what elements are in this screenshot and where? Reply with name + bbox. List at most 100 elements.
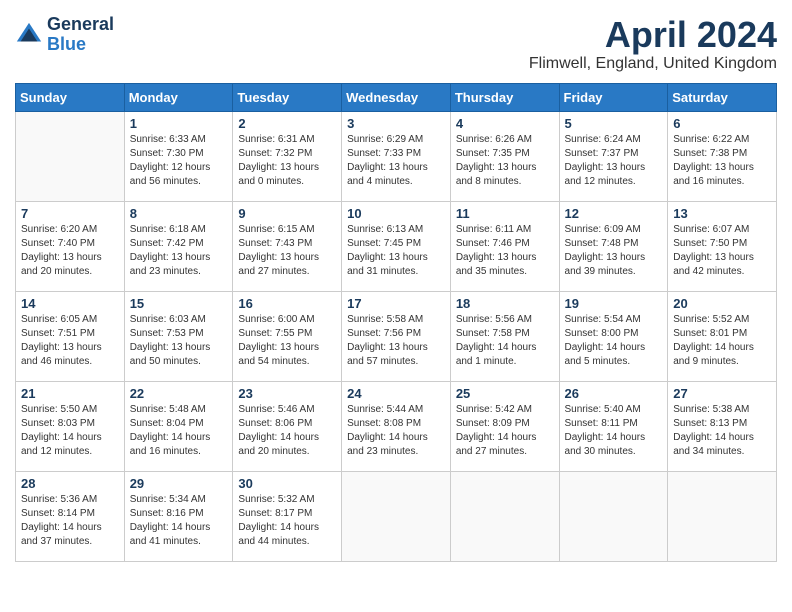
weekday-header: Monday [124,83,233,111]
calendar-day-cell: 23 Sunrise: 5:46 AMSunset: 8:06 PMDaylig… [233,381,342,471]
logo-line1: General [47,14,114,34]
calendar-day-cell: 10 Sunrise: 6:13 AMSunset: 7:45 PMDaylig… [342,201,451,291]
logo: General Blue [15,15,114,55]
calendar-day-cell: 22 Sunrise: 5:48 AMSunset: 8:04 PMDaylig… [124,381,233,471]
day-number: 8 [130,206,228,221]
day-info: Sunrise: 6:22 AMSunset: 7:38 PMDaylight:… [673,133,771,189]
title-area: April 2024 Flimwell, England, United Kin… [529,15,777,73]
day-info: Sunrise: 5:54 AMSunset: 8:00 PMDaylight:… [565,313,663,369]
day-info: Sunrise: 5:56 AMSunset: 7:58 PMDaylight:… [456,313,554,369]
day-number: 16 [238,296,336,311]
location: Flimwell, England, United Kingdom [529,55,777,73]
day-number: 28 [21,476,119,491]
day-info: Sunrise: 6:07 AMSunset: 7:50 PMDaylight:… [673,223,771,279]
calendar-day-cell: 11 Sunrise: 6:11 AMSunset: 7:46 PMDaylig… [450,201,559,291]
calendar-day-cell: 29 Sunrise: 5:34 AMSunset: 8:16 PMDaylig… [124,471,233,561]
day-number: 20 [673,296,771,311]
day-number: 15 [130,296,228,311]
day-number: 5 [565,116,663,131]
calendar-day-cell [342,471,451,561]
day-info: Sunrise: 6:00 AMSunset: 7:55 PMDaylight:… [238,313,336,369]
day-number: 12 [565,206,663,221]
day-number: 11 [456,206,554,221]
day-number: 14 [21,296,119,311]
calendar-day-cell: 3 Sunrise: 6:29 AMSunset: 7:33 PMDayligh… [342,111,451,201]
calendar-day-cell: 21 Sunrise: 5:50 AMSunset: 8:03 PMDaylig… [16,381,125,471]
day-number: 26 [565,386,663,401]
day-number: 6 [673,116,771,131]
day-info: Sunrise: 6:09 AMSunset: 7:48 PMDaylight:… [565,223,663,279]
calendar-week-row: 7 Sunrise: 6:20 AMSunset: 7:40 PMDayligh… [16,201,777,291]
day-number: 10 [347,206,445,221]
weekday-header: Friday [559,83,668,111]
calendar-day-cell [668,471,777,561]
calendar-day-cell: 6 Sunrise: 6:22 AMSunset: 7:38 PMDayligh… [668,111,777,201]
day-number: 1 [130,116,228,131]
calendar-day-cell [16,111,125,201]
day-info: Sunrise: 6:18 AMSunset: 7:42 PMDaylight:… [130,223,228,279]
weekday-header: Wednesday [342,83,451,111]
day-info: Sunrise: 5:48 AMSunset: 8:04 PMDaylight:… [130,403,228,459]
calendar-day-cell: 7 Sunrise: 6:20 AMSunset: 7:40 PMDayligh… [16,201,125,291]
calendar-day-cell: 20 Sunrise: 5:52 AMSunset: 8:01 PMDaylig… [668,291,777,381]
day-info: Sunrise: 5:34 AMSunset: 8:16 PMDaylight:… [130,493,228,549]
day-info: Sunrise: 5:42 AMSunset: 8:09 PMDaylight:… [456,403,554,459]
weekday-header: Saturday [668,83,777,111]
day-info: Sunrise: 5:44 AMSunset: 8:08 PMDaylight:… [347,403,445,459]
day-number: 24 [347,386,445,401]
weekday-header: Tuesday [233,83,342,111]
calendar-day-cell: 2 Sunrise: 6:31 AMSunset: 7:32 PMDayligh… [233,111,342,201]
page-header: General Blue April 2024 Flimwell, Englan… [15,15,777,73]
calendar-day-cell: 19 Sunrise: 5:54 AMSunset: 8:00 PMDaylig… [559,291,668,381]
calendar-day-cell [559,471,668,561]
day-info: Sunrise: 6:11 AMSunset: 7:46 PMDaylight:… [456,223,554,279]
calendar-day-cell: 16 Sunrise: 6:00 AMSunset: 7:55 PMDaylig… [233,291,342,381]
day-info: Sunrise: 5:38 AMSunset: 8:13 PMDaylight:… [673,403,771,459]
calendar-day-cell: 12 Sunrise: 6:09 AMSunset: 7:48 PMDaylig… [559,201,668,291]
day-number: 25 [456,386,554,401]
day-number: 13 [673,206,771,221]
calendar-header-row: SundayMondayTuesdayWednesdayThursdayFrid… [16,83,777,111]
day-info: Sunrise: 6:31 AMSunset: 7:32 PMDaylight:… [238,133,336,189]
calendar-day-cell: 14 Sunrise: 6:05 AMSunset: 7:51 PMDaylig… [16,291,125,381]
day-info: Sunrise: 6:29 AMSunset: 7:33 PMDaylight:… [347,133,445,189]
day-number: 3 [347,116,445,131]
calendar-day-cell: 5 Sunrise: 6:24 AMSunset: 7:37 PMDayligh… [559,111,668,201]
day-info: Sunrise: 6:13 AMSunset: 7:45 PMDaylight:… [347,223,445,279]
day-info: Sunrise: 5:58 AMSunset: 7:56 PMDaylight:… [347,313,445,369]
day-info: Sunrise: 6:15 AMSunset: 7:43 PMDaylight:… [238,223,336,279]
day-number: 27 [673,386,771,401]
calendar-day-cell: 26 Sunrise: 5:40 AMSunset: 8:11 PMDaylig… [559,381,668,471]
calendar-day-cell: 17 Sunrise: 5:58 AMSunset: 7:56 PMDaylig… [342,291,451,381]
day-number: 9 [238,206,336,221]
day-info: Sunrise: 6:24 AMSunset: 7:37 PMDaylight:… [565,133,663,189]
day-info: Sunrise: 5:40 AMSunset: 8:11 PMDaylight:… [565,403,663,459]
logo-line2: Blue [47,34,86,54]
day-number: 17 [347,296,445,311]
day-info: Sunrise: 5:32 AMSunset: 8:17 PMDaylight:… [238,493,336,549]
day-info: Sunrise: 6:03 AMSunset: 7:53 PMDaylight:… [130,313,228,369]
calendar-day-cell: 8 Sunrise: 6:18 AMSunset: 7:42 PMDayligh… [124,201,233,291]
calendar-day-cell: 1 Sunrise: 6:33 AMSunset: 7:30 PMDayligh… [124,111,233,201]
day-number: 21 [21,386,119,401]
calendar-week-row: 1 Sunrise: 6:33 AMSunset: 7:30 PMDayligh… [16,111,777,201]
day-info: Sunrise: 6:20 AMSunset: 7:40 PMDaylight:… [21,223,119,279]
calendar-day-cell: 13 Sunrise: 6:07 AMSunset: 7:50 PMDaylig… [668,201,777,291]
calendar-day-cell: 28 Sunrise: 5:36 AMSunset: 8:14 PMDaylig… [16,471,125,561]
day-info: Sunrise: 5:50 AMSunset: 8:03 PMDaylight:… [21,403,119,459]
day-number: 29 [130,476,228,491]
day-info: Sunrise: 6:05 AMSunset: 7:51 PMDaylight:… [21,313,119,369]
day-info: Sunrise: 5:36 AMSunset: 8:14 PMDaylight:… [21,493,119,549]
calendar-day-cell: 15 Sunrise: 6:03 AMSunset: 7:53 PMDaylig… [124,291,233,381]
calendar-day-cell: 25 Sunrise: 5:42 AMSunset: 8:09 PMDaylig… [450,381,559,471]
day-info: Sunrise: 5:46 AMSunset: 8:06 PMDaylight:… [238,403,336,459]
calendar-week-row: 28 Sunrise: 5:36 AMSunset: 8:14 PMDaylig… [16,471,777,561]
logo-icon [15,21,43,49]
day-number: 19 [565,296,663,311]
calendar-day-cell: 9 Sunrise: 6:15 AMSunset: 7:43 PMDayligh… [233,201,342,291]
calendar-week-row: 21 Sunrise: 5:50 AMSunset: 8:03 PMDaylig… [16,381,777,471]
calendar-day-cell: 24 Sunrise: 5:44 AMSunset: 8:08 PMDaylig… [342,381,451,471]
day-number: 22 [130,386,228,401]
calendar-table: SundayMondayTuesdayWednesdayThursdayFrid… [15,83,777,562]
calendar-day-cell: 30 Sunrise: 5:32 AMSunset: 8:17 PMDaylig… [233,471,342,561]
